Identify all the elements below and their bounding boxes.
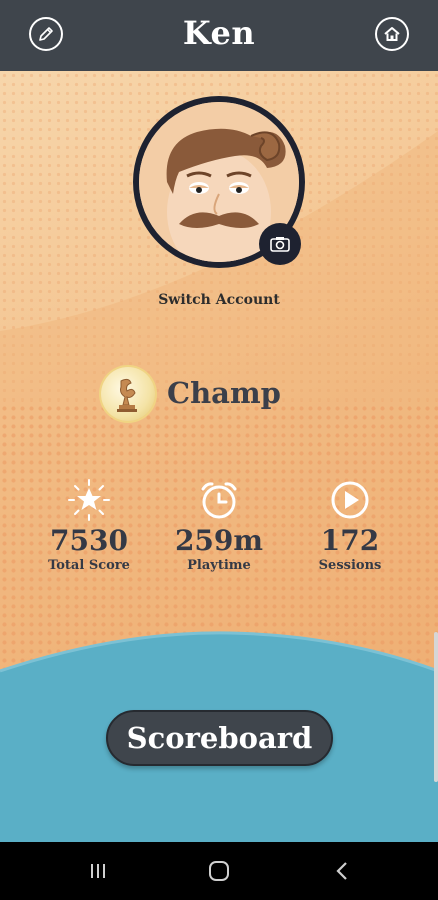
play-circle-icon	[331, 481, 369, 519]
stat-playtime: 259m Playtime	[154, 478, 284, 574]
sessions-value: 172	[320, 524, 380, 557]
playtime-label: Playtime	[187, 558, 251, 573]
playtime-value: 259m	[174, 524, 264, 557]
page-title: Ken	[182, 14, 256, 52]
rank-label: Champ	[167, 376, 281, 410]
camera-icon	[270, 237, 290, 252]
home-icon	[384, 27, 400, 41]
home-button[interactable]	[375, 17, 409, 51]
top-bar: Ken	[0, 0, 438, 71]
alarm-clock-icon	[201, 482, 237, 519]
rank-badge	[101, 367, 155, 421]
star-burst-icon	[68, 479, 110, 521]
total-score-label: Total Score	[48, 558, 130, 573]
trophy-badge-icon	[117, 378, 137, 412]
scoreboard-button[interactable]: Scoreboard	[106, 710, 333, 766]
stat-sessions: 172 Sessions	[285, 478, 415, 574]
circle-home-icon	[209, 861, 229, 881]
stat-total-score: 7530 Total Score	[24, 478, 154, 574]
system-nav-bar	[0, 842, 438, 900]
change-photo-button[interactable]	[259, 223, 301, 265]
scrollbar[interactable]	[434, 632, 438, 782]
system-home-button[interactable]	[199, 857, 239, 885]
switch-account-link[interactable]: Switch Account	[0, 292, 438, 308]
recents-button[interactable]	[78, 857, 118, 885]
recents-icon	[91, 864, 105, 878]
back-chevron-icon	[336, 862, 347, 880]
total-score-value: 7530	[50, 524, 128, 557]
back-button[interactable]	[322, 857, 362, 885]
sessions-label: Sessions	[318, 558, 382, 573]
